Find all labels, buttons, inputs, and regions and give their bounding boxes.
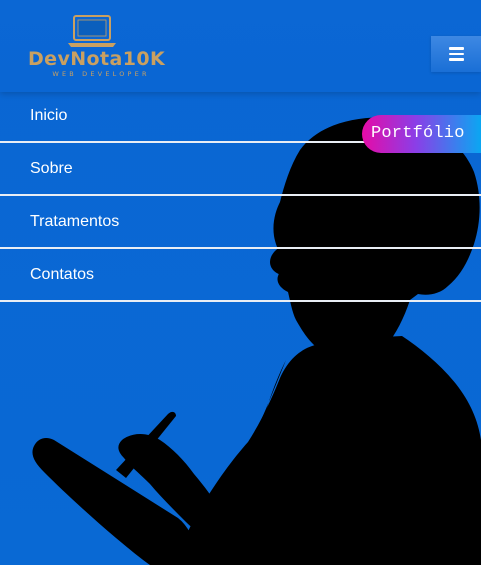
portfolio-button-label: Portfólio [371, 124, 465, 143]
nav-link-tratamentos[interactable]: Tratamentos [30, 196, 119, 247]
nav-item-tratamentos: Tratamentos [0, 196, 481, 249]
brand-name: DevNota10K [28, 48, 166, 70]
menu-toggle-button[interactable] [431, 36, 481, 72]
hamburger-menu-icon [449, 47, 464, 61]
brand-tagline: WEB DEVELOPER [52, 70, 150, 78]
portfolio-button[interactable]: Portfólio [362, 115, 481, 153]
nav-item-contatos: Contatos [0, 249, 481, 302]
site-header: DevNota10K WEB DEVELOPER [0, 0, 481, 92]
nav-link-inicio[interactable]: Inicio [30, 90, 67, 141]
nav-link-sobre[interactable]: Sobre [30, 143, 73, 194]
laptop-icon [68, 15, 116, 47]
brand-logo[interactable]: DevNota10K WEB DEVELOPER [28, 14, 168, 84]
nav-link-contatos[interactable]: Contatos [30, 249, 94, 300]
page: DevNota10K WEB DEVELOPER Inicio Sobre Tr… [0, 0, 481, 565]
